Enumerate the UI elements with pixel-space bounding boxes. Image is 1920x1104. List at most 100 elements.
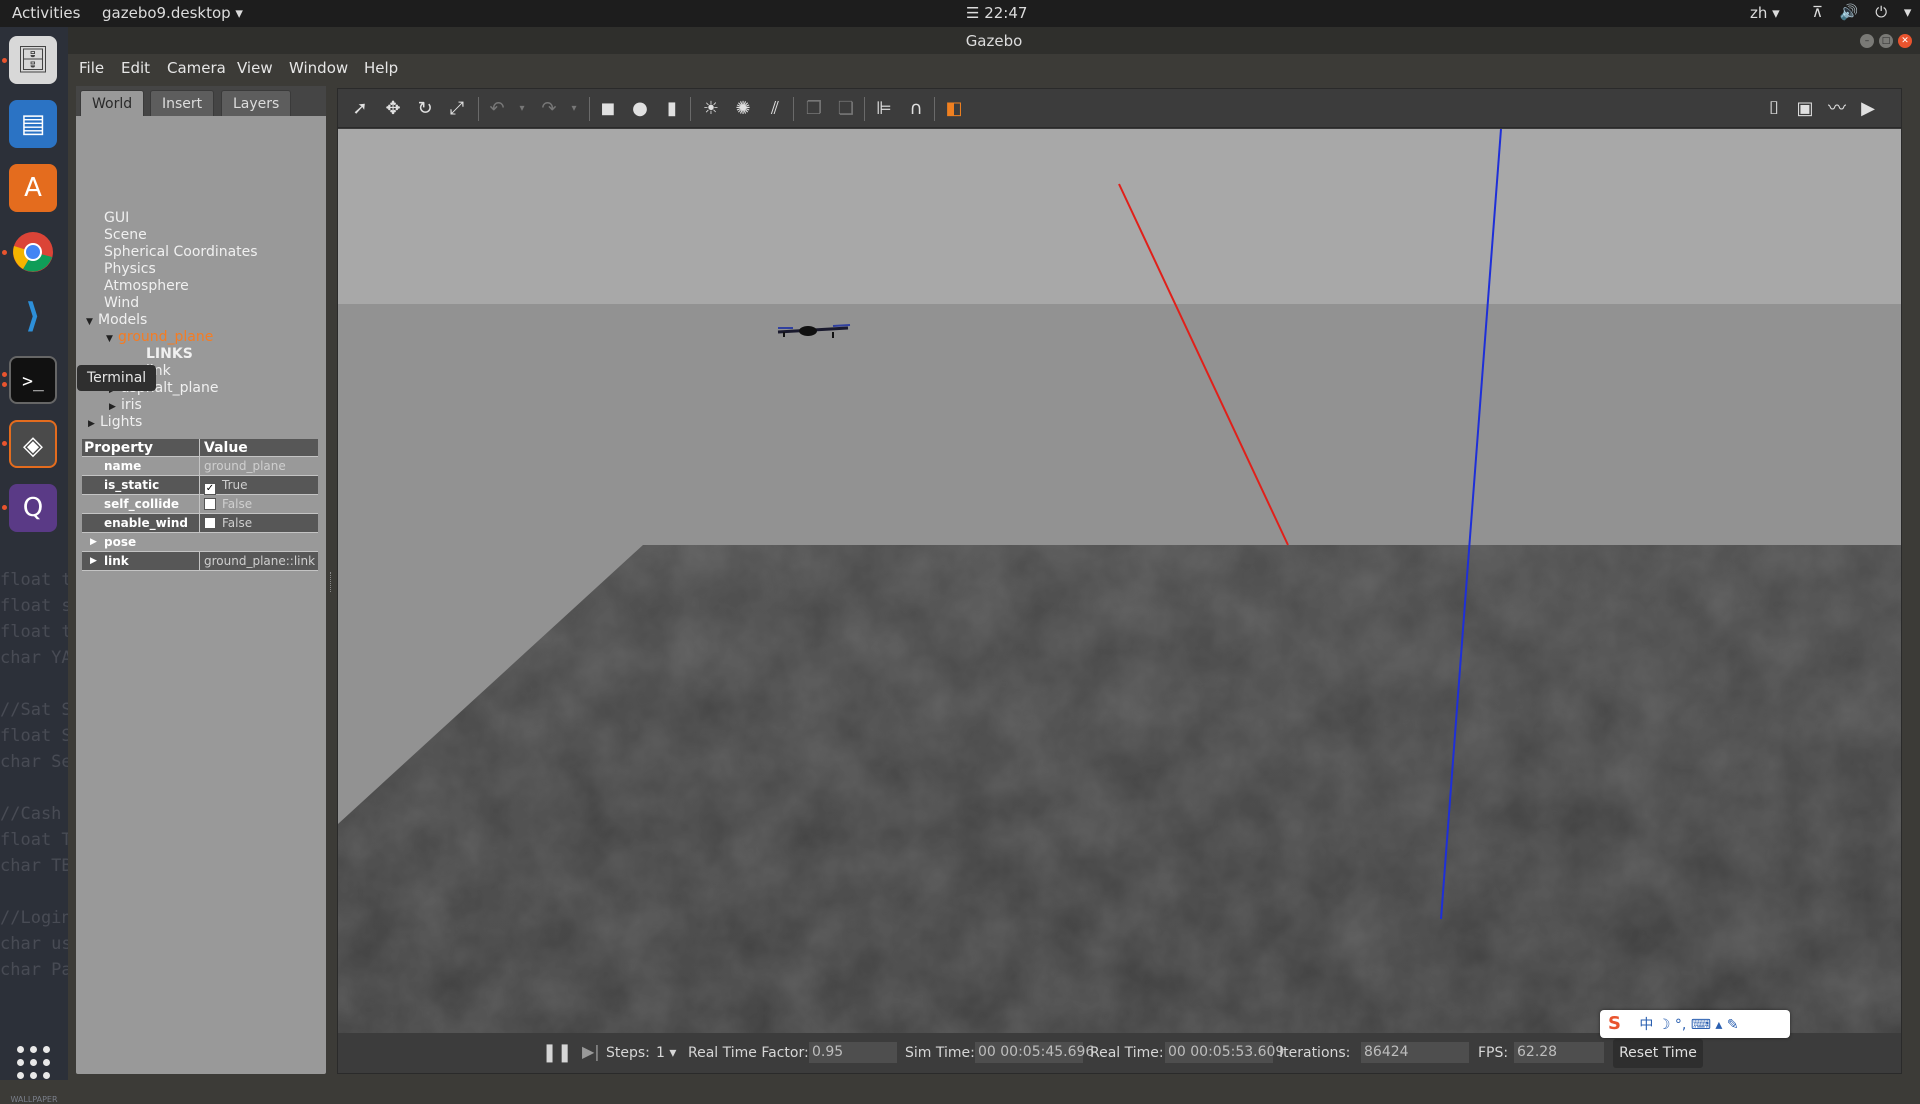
chrome-icon[interactable]: [9, 228, 57, 276]
property-value: ✓ True: [201, 476, 318, 495]
steps-dropdown[interactable]: 1 ▾: [656, 1045, 676, 1061]
property-key: pose: [104, 535, 137, 549]
directional-light-icon[interactable]: ⫽: [763, 97, 787, 121]
writer-icon[interactable]: ▤: [9, 100, 57, 148]
enable-wind-checkbox[interactable]: [204, 517, 216, 529]
undo-icon[interactable]: ↶: [485, 97, 509, 121]
menu-file[interactable]: File: [79, 59, 104, 77]
show-applications-icon[interactable]: [16, 1045, 50, 1079]
software-center-icon[interactable]: A: [9, 164, 57, 212]
menu-camera[interactable]: Camera: [167, 59, 226, 77]
wallpaper-code-overlay: float t float s float t char YA //Sat S …: [0, 570, 68, 980]
align-icon[interactable]: ⊫: [872, 97, 896, 121]
self-collide-checkbox[interactable]: [204, 498, 216, 510]
step-icon[interactable]: ▶|: [582, 1042, 600, 1061]
panel-splitter[interactable]: [330, 572, 332, 592]
vscode-icon[interactable]: ⟩: [9, 292, 57, 340]
snap-icon[interactable]: ∩: [904, 97, 928, 121]
translate-icon[interactable]: ✥: [381, 97, 405, 121]
running-indicator: [2, 58, 7, 63]
file-manager-icon[interactable]: 🗄: [9, 36, 57, 84]
property-row-link[interactable]: ▶ link ground_plane::link: [82, 552, 318, 571]
property-row-self-collide: self_collide False: [82, 495, 318, 514]
checkbox-label: False: [222, 516, 253, 530]
qgroundcontrol-icon[interactable]: Q: [9, 484, 57, 532]
running-indicator: [2, 505, 7, 510]
view-angle-icon[interactable]: ◧: [942, 97, 966, 121]
property-key: is_static: [82, 476, 200, 494]
maximize-button[interactable]: □: [1879, 34, 1893, 48]
record-icon[interactable]: ▶: [1856, 97, 1880, 121]
tab-bar: World Insert Layers: [76, 86, 326, 116]
sphere-icon[interactable]: ●: [628, 97, 652, 121]
tab-layers[interactable]: Layers: [221, 90, 292, 116]
box-icon[interactable]: ◼: [596, 97, 620, 121]
screenshot-icon[interactable]: ⌷: [1762, 97, 1786, 121]
tab-insert[interactable]: Insert: [150, 90, 215, 116]
toolbar-separator: [793, 97, 794, 121]
point-light-icon[interactable]: ☀: [699, 97, 723, 121]
pause-icon[interactable]: ❚❚: [542, 1042, 572, 1063]
spot-light-icon[interactable]: ✺: [731, 97, 755, 121]
tree-item-wind[interactable]: Wind: [104, 295, 139, 312]
app-menu[interactable]: gazebo9.desktop ▾: [102, 4, 243, 22]
redo-icon[interactable]: ↷: [537, 97, 561, 121]
menu-edit[interactable]: Edit: [121, 59, 150, 77]
tree-item-gui[interactable]: GUI: [104, 210, 129, 227]
copy-icon[interactable]: ❐: [802, 97, 826, 121]
iterations-value: 86424: [1361, 1042, 1469, 1063]
rotate-icon[interactable]: ↻: [413, 97, 437, 121]
ime-toolbar[interactable]: S 中 ☽ °, ⌨ ▴ ✎: [1600, 1010, 1790, 1038]
wallpaper-label: WALLPAPER: [10, 1095, 58, 1104]
tree-item-scene[interactable]: Scene: [104, 227, 147, 244]
log-icon[interactable]: ▣: [1793, 97, 1817, 121]
terminal-tooltip: Terminal: [77, 365, 157, 391]
is-static-checkbox[interactable]: ✓: [204, 483, 216, 495]
language-indicator[interactable]: zh ▾: [1750, 4, 1780, 22]
tree-item-atmosphere[interactable]: Atmosphere: [104, 278, 189, 295]
gazebo-icon[interactable]: ◈: [9, 420, 57, 468]
tree-item-ground-plane[interactable]: ▼ ground_plane: [106, 329, 213, 346]
collapse-arrow-icon[interactable]: ▼: [106, 331, 118, 348]
scene-render: [338, 129, 1901, 1033]
rtf-value: 0.95: [809, 1042, 897, 1063]
clock[interactable]: ☰ 22:47: [966, 4, 1027, 22]
sogou-logo-icon[interactable]: S: [1608, 1013, 1621, 1034]
expand-arrow-icon[interactable]: ▶: [88, 416, 100, 433]
tree-item-lights[interactable]: ▶ Lights: [88, 414, 142, 431]
menu-view[interactable]: View: [237, 59, 273, 77]
3d-viewport[interactable]: [338, 129, 1901, 1033]
select-icon[interactable]: ➚: [348, 97, 372, 121]
property-row-is-static: is_static ✓ True: [82, 476, 318, 495]
paste-icon[interactable]: ❏: [834, 97, 858, 121]
ime-controls[interactable]: 中 ☽ °, ⌨ ▴ ✎: [1639, 1017, 1738, 1033]
collapse-arrow-icon[interactable]: ▼: [86, 314, 98, 331]
tree-item-models[interactable]: ▼ Models: [86, 312, 147, 329]
close-button[interactable]: ✕: [1898, 34, 1912, 48]
toolbar-separator: [690, 97, 691, 121]
system-tray[interactable]: ⊼ 🔊 ⏻ ▾: [1812, 3, 1917, 21]
tree-item-physics[interactable]: Physics: [104, 261, 156, 278]
tree-item-iris[interactable]: ▶ iris: [109, 397, 142, 414]
property-row-name: name ground_plane: [82, 457, 318, 476]
reset-time-button[interactable]: Reset Time: [1613, 1039, 1703, 1068]
undo-dropdown-icon[interactable]: ▾: [510, 97, 534, 121]
menu-help[interactable]: Help: [364, 59, 398, 77]
redo-dropdown-icon[interactable]: ▾: [562, 97, 586, 121]
rtf-label: Real Time Factor:: [688, 1045, 809, 1061]
tab-world[interactable]: World: [80, 90, 145, 116]
running-indicator: [2, 441, 7, 446]
menu-window[interactable]: Window: [289, 59, 348, 77]
terminal-icon[interactable]: >_: [9, 356, 57, 404]
minimize-button[interactable]: –: [1860, 34, 1874, 48]
property-row-pose[interactable]: ▶ pose: [82, 533, 318, 552]
plot-icon[interactable]: 〰: [1825, 97, 1849, 121]
top-panel: Activities gazebo9.desktop ▾ ☰ 22:47 zh …: [0, 0, 1920, 27]
tree-item-label: Models: [98, 312, 148, 328]
tree-item-spherical-coordinates[interactable]: Spherical Coordinates: [104, 244, 258, 261]
status-bar: ❚❚ ▶| Steps: 1 ▾ Real Time Factor: 0.95 …: [338, 1033, 1901, 1073]
cylinder-icon[interactable]: ▮: [660, 97, 684, 121]
activities-button[interactable]: Activities: [12, 4, 80, 22]
window-titlebar[interactable]: Gazebo – □ ✕: [68, 27, 1920, 54]
scale-icon[interactable]: ⤢: [445, 97, 469, 121]
